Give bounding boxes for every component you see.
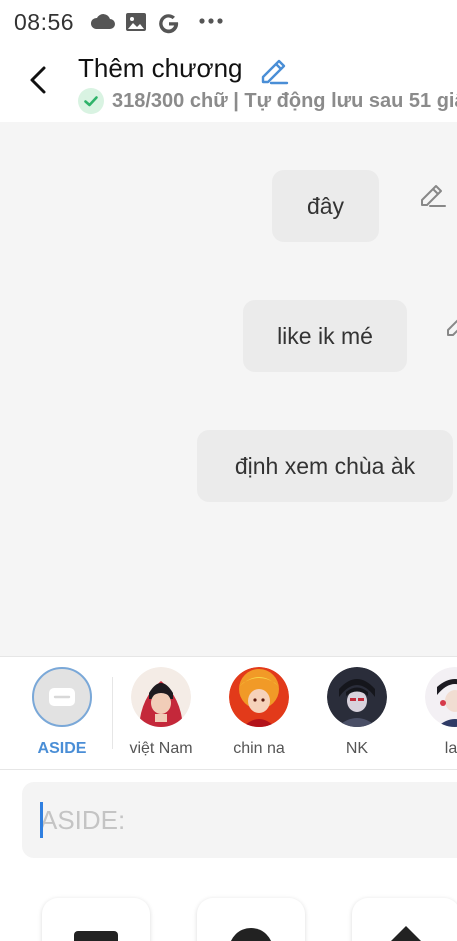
message-input[interactable] xyxy=(22,782,457,858)
avatar xyxy=(131,667,191,727)
google-icon xyxy=(157,10,181,39)
aside-avatar xyxy=(32,667,92,727)
character-viet-nam[interactable]: việt Nam xyxy=(116,667,206,758)
message-text: like ik mé xyxy=(277,323,373,349)
character-name: lac xyxy=(444,740,457,757)
diamond-icon xyxy=(391,926,421,941)
more-dots-icon xyxy=(198,14,224,33)
character-chin-na[interactable]: chin na xyxy=(214,667,304,758)
divider xyxy=(112,677,113,749)
character-nk[interactable]: NK xyxy=(312,667,402,758)
character-name: NK xyxy=(345,740,369,757)
message-bubble[interactable]: đây xyxy=(272,170,379,242)
message-bubble[interactable]: like ik mé xyxy=(243,300,407,372)
saved-check-icon xyxy=(78,88,104,114)
character-lac[interactable]: lac xyxy=(410,667,457,758)
emoji-button[interactable] xyxy=(197,898,305,941)
back-button[interactable] xyxy=(22,62,56,98)
character-name: chin na xyxy=(233,740,285,757)
keyboard-button[interactable] xyxy=(42,898,150,941)
page-title: Thêm chương xyxy=(78,53,243,83)
edit-message-icon[interactable] xyxy=(418,180,446,208)
message-text: đây xyxy=(306,193,345,219)
save-status-text: 318/300 chữ | Tự động lưu sau 51 giâ xyxy=(112,90,457,112)
cloud-icon xyxy=(90,10,116,39)
message-bubble[interactable]: định xem chùa àk xyxy=(197,430,453,502)
status-time: 08:56 xyxy=(14,9,75,35)
avatar xyxy=(327,667,387,727)
image-icon xyxy=(124,10,148,39)
chat-bubble-icon xyxy=(49,688,75,706)
avatar xyxy=(229,667,289,727)
edit-message-icon[interactable] xyxy=(444,310,457,338)
message-text: định xem chùa àk xyxy=(234,453,416,479)
keyboard-icon xyxy=(74,931,118,941)
text-caret xyxy=(40,802,43,838)
more-options-button[interactable] xyxy=(352,898,457,941)
chat-area[interactable]: đây like ik mé định xem chùa àk xyxy=(0,122,457,656)
character-selector: ASIDE việt Nam chin na NK la xyxy=(0,656,457,770)
avatar xyxy=(425,667,457,727)
edit-title-icon[interactable] xyxy=(257,53,289,85)
header: Thêm chương 318/300 chữ | Tự động lưu sa… xyxy=(0,44,457,122)
character-name: ASIDE xyxy=(37,740,87,757)
status-bar: 08:56 xyxy=(0,0,457,44)
character-aside[interactable]: ASIDE xyxy=(17,667,107,758)
emoji-icon xyxy=(230,928,272,941)
character-name: việt Nam xyxy=(129,740,193,757)
input-area xyxy=(0,770,457,941)
